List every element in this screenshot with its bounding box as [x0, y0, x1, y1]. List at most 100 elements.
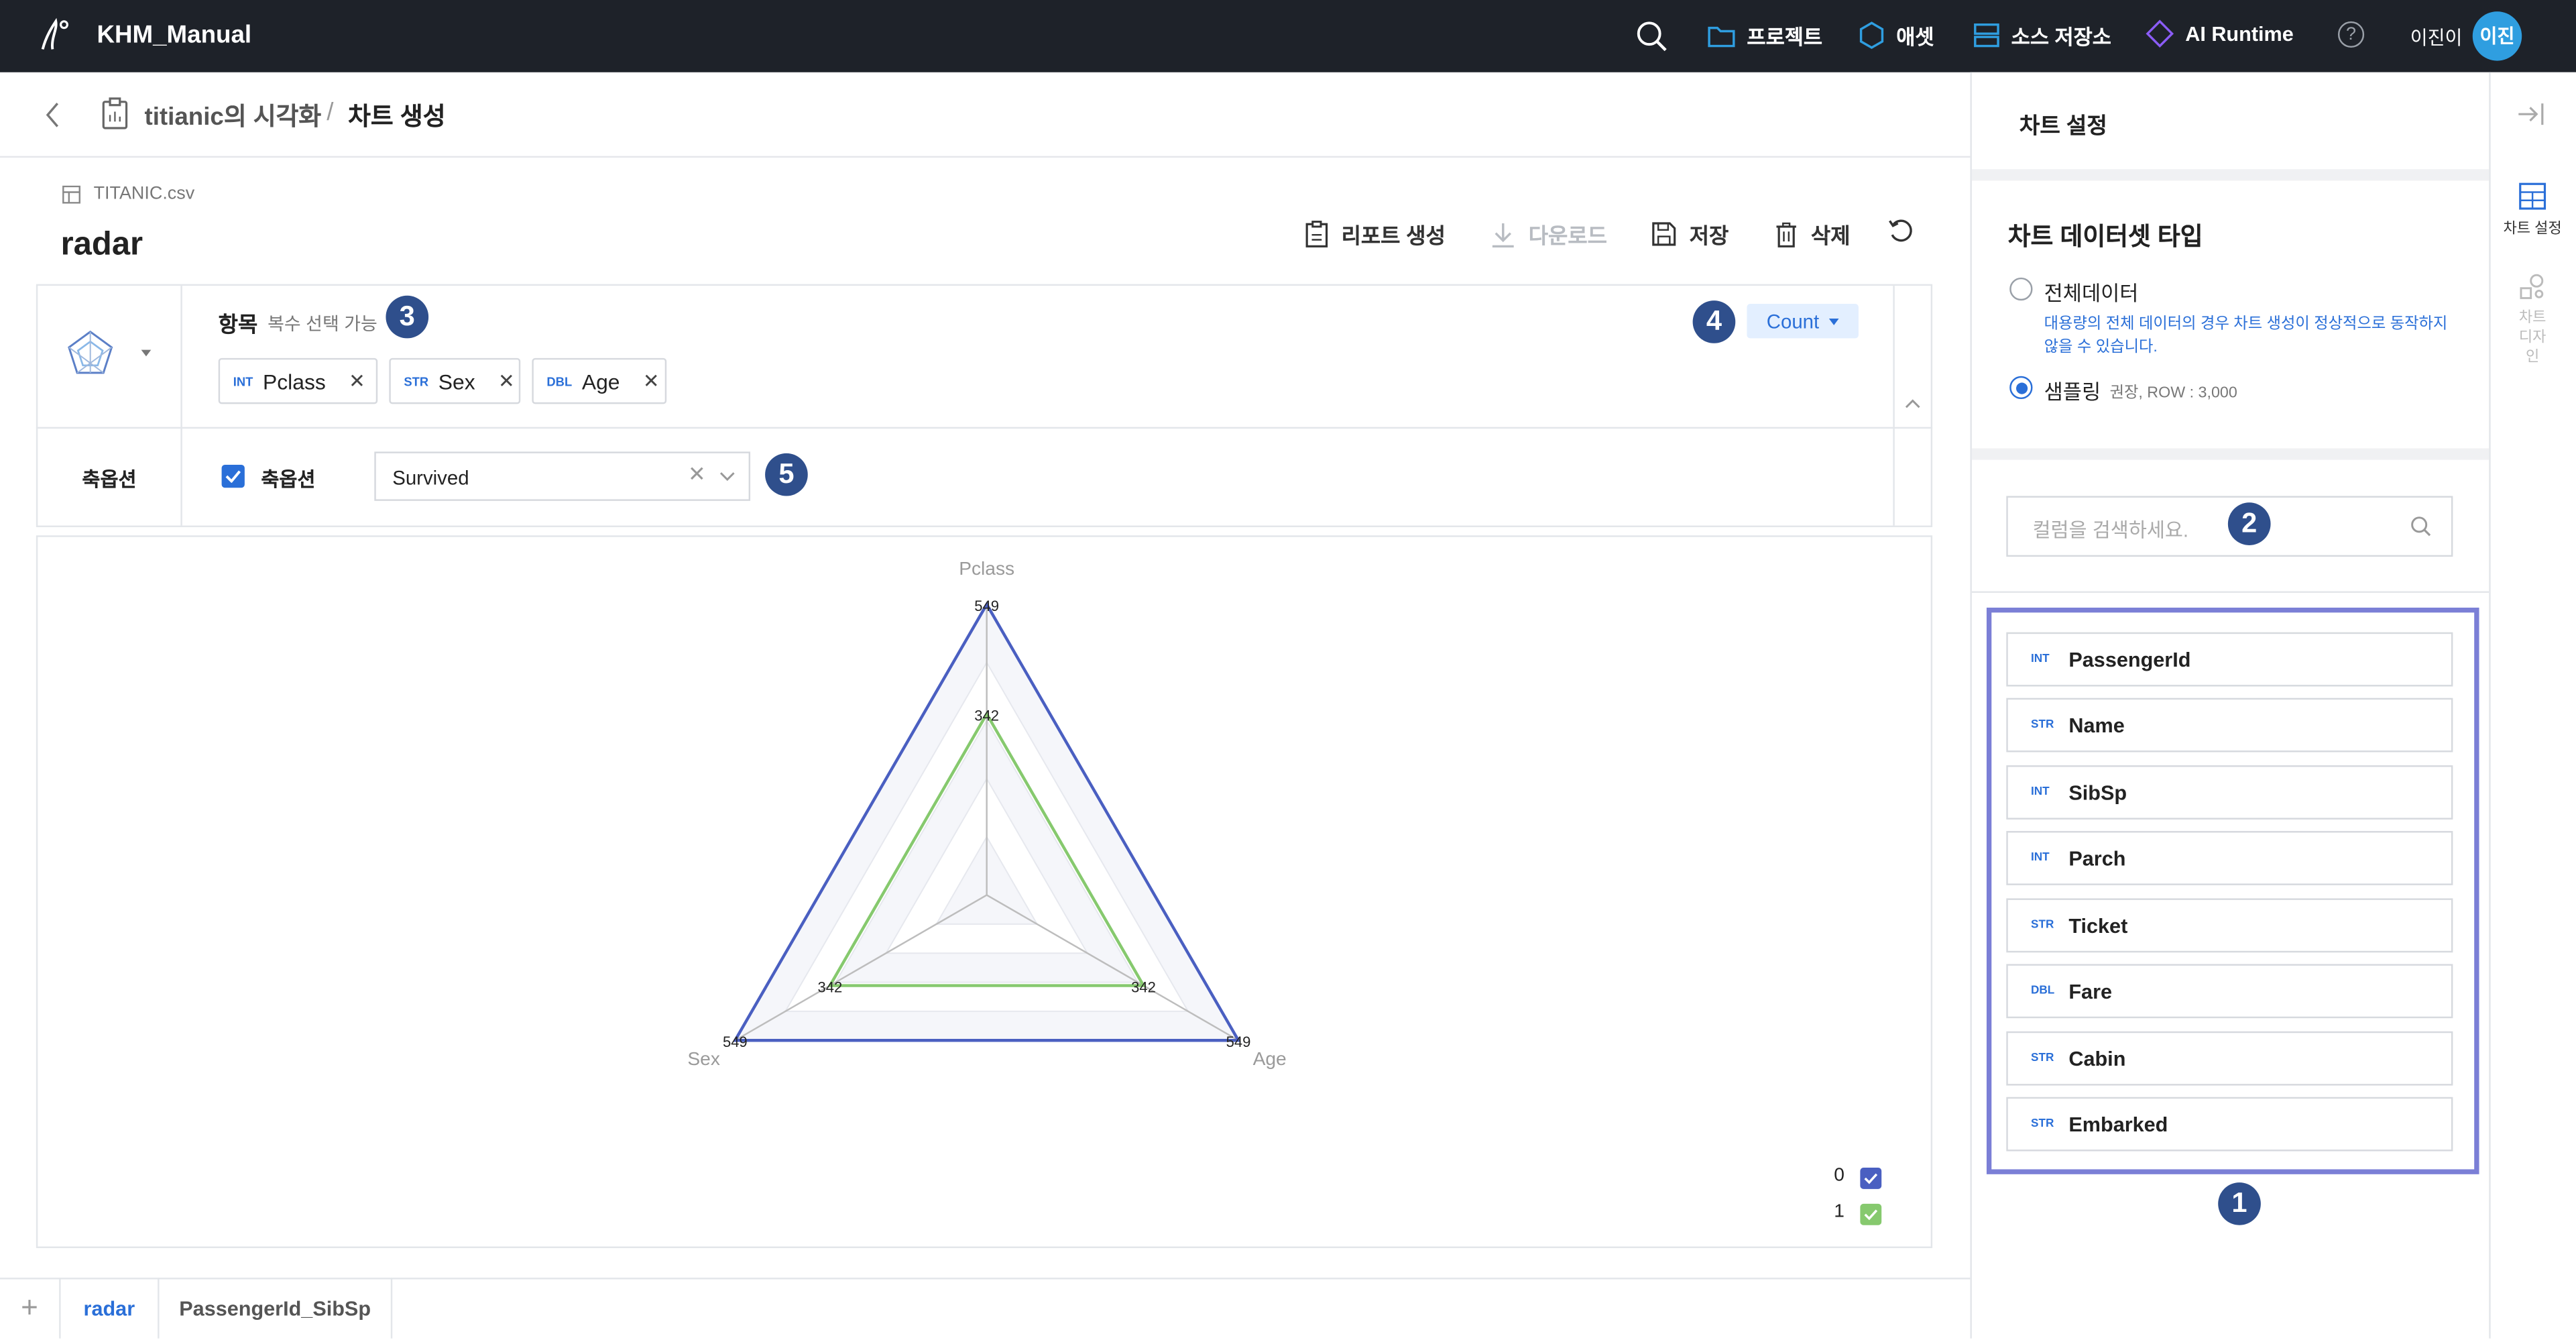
radar-data-label: 342 — [1131, 979, 1156, 995]
tab-passengerid-sibsp[interactable]: PassengerId_SibSp — [160, 1278, 393, 1339]
column-item[interactable]: DBL Fare — [2006, 964, 2453, 1019]
radar-chart: PclassAgeSex549549549342342342 — [687, 558, 1287, 1069]
column-item[interactable]: STR Cabin — [2006, 1031, 2453, 1086]
top-navigation-bar: KHM_Manual 프로젝트 애셋 소스 저장소 AI Runtime ? 이… — [0, 0, 2576, 72]
option-full-label[interactable]: 전체데이터 — [2044, 276, 2139, 307]
collapse-panel-icon[interactable] — [2517, 102, 2545, 127]
chart-name: radar — [60, 226, 143, 263]
user-name[interactable]: 이진이 — [2410, 25, 2463, 51]
help-icon[interactable]: ? — [2337, 21, 2365, 48]
annotation-badge-2: 2 — [2227, 502, 2271, 545]
check-icon — [1864, 1209, 1878, 1221]
axis-select-value: Survived — [392, 466, 469, 490]
avatar[interactable]: 이진 — [2472, 11, 2522, 61]
annotation-badge-3: 3 — [386, 295, 429, 339]
report-icon — [1305, 221, 1328, 247]
nav-item-label: 애셋 — [1896, 26, 1934, 50]
option-sample-label[interactable]: 샘플링 — [2044, 374, 2101, 406]
chip-type: STR — [404, 374, 429, 389]
clear-icon[interactable]: ✕ — [688, 461, 706, 488]
chip-label: Pclass — [263, 368, 326, 394]
remove-chip-icon[interactable]: ✕ — [498, 370, 515, 392]
search-icon[interactable] — [1635, 19, 1668, 52]
radio-sampling[interactable] — [2009, 376, 2033, 400]
column-item[interactable]: STR Embarked — [2006, 1097, 2453, 1152]
radar-data-label: 549 — [1226, 1034, 1251, 1050]
items-label: 항목 — [218, 312, 258, 337]
rail-item-chart-design[interactable]: 차트 디자인 — [2489, 272, 2576, 366]
item-chip-age[interactable]: DBL Age ✕ — [532, 357, 667, 404]
axis-select[interactable]: Survived ✕ — [374, 451, 751, 501]
reset-icon[interactable] — [1888, 219, 1914, 245]
file-name: TITANIC.csv — [93, 184, 195, 204]
rail-item-chart-settings[interactable]: 차트 설정 — [2489, 182, 2576, 238]
search-icon[interactable] — [2410, 516, 2432, 537]
collapse-chevron-up-icon[interactable] — [1904, 398, 1920, 409]
delete-button[interactable]: 삭제 — [1775, 219, 1850, 250]
folder-icon — [1708, 25, 1735, 47]
axis-checkbox[interactable] — [221, 464, 245, 488]
search-placeholder: 컬럼을 검색하세요. — [2032, 518, 2189, 543]
remove-chip-icon[interactable]: ✕ — [349, 370, 365, 392]
legend-toggle-series-1[interactable] — [1860, 1203, 1882, 1225]
item-chip-pclass[interactable]: INT Pclass ✕ — [218, 357, 378, 404]
item-chip-sex[interactable]: STR Sex ✕ — [389, 357, 521, 404]
remove-chip-icon[interactable]: ✕ — [643, 370, 660, 392]
download-button[interactable]: 다운로드 — [1490, 219, 1607, 250]
chart-type-dropdown-caret-icon[interactable] — [141, 349, 152, 357]
check-icon — [225, 470, 241, 483]
radio-full-data[interactable] — [2009, 277, 2033, 301]
radar-data-label: 342 — [974, 707, 999, 724]
aggregate-dropdown[interactable]: Count — [1747, 304, 1859, 339]
report-button[interactable]: 리포트 생성 — [1305, 219, 1446, 250]
settings-title: 차트 설정 — [2019, 113, 2107, 138]
nav-item-label: 소스 저장소 — [2011, 26, 2111, 50]
panel-divider — [180, 286, 182, 526]
save-button[interactable]: 저장 — [1651, 219, 1729, 250]
chip-type: DBL — [546, 374, 573, 389]
column-item[interactable]: INT PassengerId — [2006, 632, 2453, 687]
radar-chart-type-icon[interactable] — [64, 329, 116, 381]
column-type: INT — [2031, 786, 2050, 799]
nav-item-ai-runtime[interactable]: AI Runtime — [2146, 19, 2294, 48]
radar-data-label: 549 — [974, 598, 999, 614]
legend-label: 0 — [1834, 1166, 1845, 1186]
chip-label: Age — [581, 368, 620, 394]
section-divider — [1971, 169, 2490, 181]
column-name: Ticket — [2068, 913, 2128, 937]
hexagon-icon — [1859, 21, 1884, 49]
column-list-highlight — [1986, 608, 2479, 1174]
grid-table-icon — [2519, 182, 2546, 210]
column-name: SibSp — [2068, 781, 2127, 804]
app-logo-icon[interactable] — [36, 16, 72, 56]
items-hint: 복수 선택 가능 — [268, 315, 377, 335]
nav-item-label: AI Runtime — [2185, 22, 2294, 46]
rail-item-label: 차트 설정 — [2503, 220, 2562, 237]
tab-radar[interactable]: radar — [61, 1278, 160, 1339]
axis-row-label: 축옵션 — [82, 467, 137, 492]
breadcrumb-parent[interactable]: titianic의 시각화 — [144, 99, 321, 133]
legend-toggle-series-0[interactable] — [1860, 1168, 1882, 1189]
app-title[interactable]: KHM_Manual — [97, 21, 251, 50]
radar-data-label: 342 — [817, 979, 842, 995]
chevron-down-icon — [1828, 317, 1839, 325]
nav-item-asset[interactable]: 애셋 — [1859, 19, 1934, 51]
back-arrow-icon[interactable] — [44, 102, 60, 128]
column-item[interactable]: INT SibSp — [2006, 765, 2453, 820]
add-tab-icon[interactable]: + — [0, 1278, 61, 1339]
chip-label: Sex — [438, 368, 475, 394]
column-name: PassengerId — [2068, 648, 2191, 671]
panel-divider — [1893, 286, 1895, 526]
nav-item-source-repo[interactable]: 소스 저장소 — [1973, 19, 2111, 51]
column-item[interactable]: INT Parch — [2006, 831, 2453, 885]
save-button-label: 저장 — [1689, 223, 1729, 248]
radar-axis-label: Age — [1253, 1048, 1287, 1069]
annotation-badge-1: 1 — [2218, 1182, 2261, 1225]
column-type: STR — [2031, 919, 2054, 932]
column-item[interactable]: STR Ticket — [2006, 898, 2453, 953]
radar-axis-label: Sex — [687, 1048, 720, 1069]
column-item[interactable]: STR Name — [2006, 697, 2453, 752]
nav-item-project[interactable]: 프로젝트 — [1708, 19, 1822, 51]
breadcrumb-separator: / — [327, 98, 334, 127]
report-button-label: 리포트 생성 — [1341, 223, 1446, 248]
